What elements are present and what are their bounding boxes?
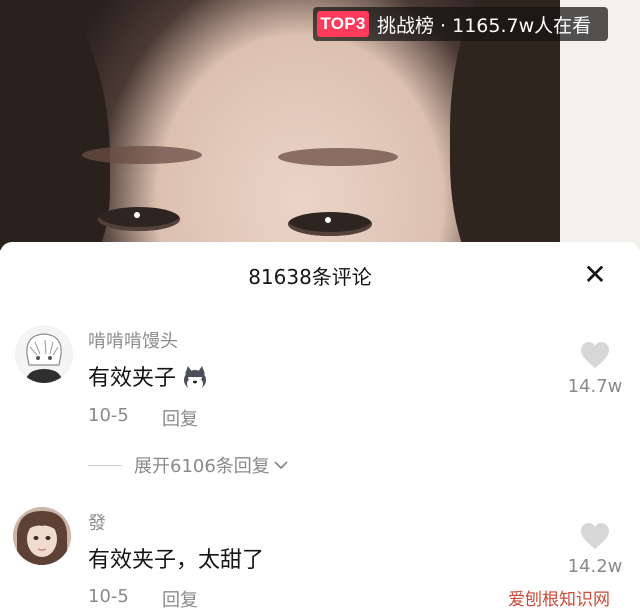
comment-count-title: 81638条评论: [248, 265, 372, 289]
comment-date: 10-5: [88, 586, 129, 607]
comment-text-content: 有效夹子: [88, 366, 177, 391]
comment-text: 有效夹子，太甜了: [88, 548, 265, 573]
viewer-count-text: 挑战榜 · 1165.7w人在看: [377, 14, 592, 37]
video-right-eye: [288, 212, 372, 236]
avatar[interactable]: [13, 507, 71, 565]
video-left-eye: [98, 207, 180, 231]
video-left-brow: [82, 146, 202, 164]
site-watermark: 爱刨根知识网: [506, 585, 612, 610]
comment-text: 有效夹子: [88, 360, 210, 394]
husky-dog-emoji-icon: [184, 366, 207, 391]
like-count: 14.2w: [567, 556, 623, 577]
expand-replies-label: 展开6106条回复: [134, 456, 270, 477]
user-photo-avatar-icon: [13, 507, 71, 565]
reply-button[interactable]: 回复: [162, 405, 198, 431]
chevron-down-icon: [274, 461, 288, 470]
top3-label: TOP3: [317, 11, 369, 37]
avatar[interactable]: [15, 325, 73, 383]
like-count: 14.7w: [567, 376, 623, 397]
comment-date: 10-5: [88, 405, 129, 426]
reply-button[interactable]: 回复: [162, 586, 198, 612]
close-icon[interactable]: ✕: [580, 260, 610, 290]
comment-username[interactable]: 發: [88, 509, 106, 535]
comment-username[interactable]: 啃啃啃馒头: [88, 327, 178, 353]
like-heart-icon[interactable]: [579, 521, 611, 553]
video-right-brow: [278, 148, 398, 166]
video-hair-left: [0, 0, 110, 250]
expand-divider: [88, 464, 122, 466]
expand-replies-button[interactable]: 展开6106条回复: [88, 452, 289, 478]
live-video-frame: TOP3 挑战榜 · 1165.7w人在看: [0, 0, 640, 250]
like-heart-icon[interactable]: [579, 340, 611, 372]
anime-avatar-icon: [15, 325, 73, 383]
live-rank-badge[interactable]: TOP3 挑战榜 · 1165.7w人在看: [313, 7, 608, 41]
